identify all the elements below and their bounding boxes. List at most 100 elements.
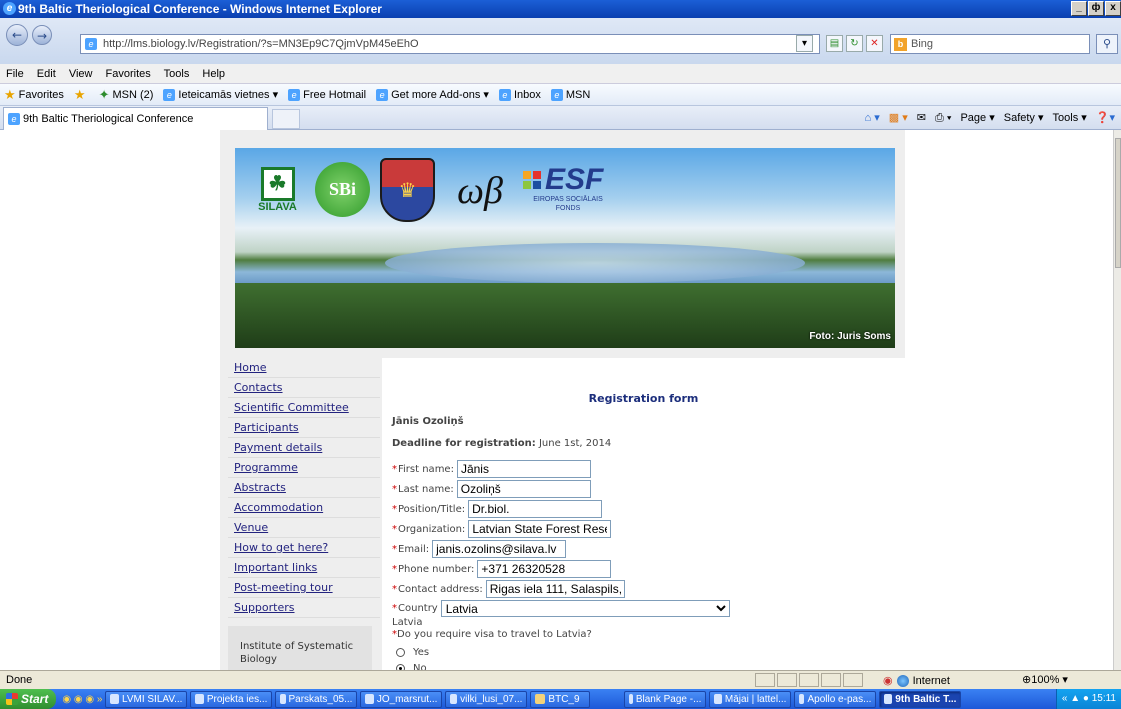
sidebar-item-accommodation[interactable]: Accommodation [228, 498, 380, 518]
tray-icons[interactable]: « ▲ ● [1062, 689, 1092, 709]
fav-item-hotmail[interactable]: e Free Hotmail [288, 84, 366, 106]
taskbar-item-label: Apollo e-pas... [807, 693, 872, 705]
sidebar-item-label: Scientific Committee [234, 401, 349, 414]
country-select[interactable]: Latvia [440, 600, 730, 617]
menu-edit[interactable]: Edit [37, 68, 56, 80]
sidebar-item-label: Abstracts [234, 481, 286, 494]
email-field[interactable] [432, 540, 567, 558]
bing-icon: b [894, 38, 907, 51]
sidebar-item-payment-details[interactable]: Payment details [228, 438, 380, 458]
favorites-button[interactable]: ★ Favorites [4, 84, 64, 106]
stop-icon[interactable]: ✕ [866, 35, 883, 52]
taskbar-item[interactable]: LVMI SILAV... [105, 690, 188, 708]
feeds-icon[interactable]: ▩ ▾ [889, 109, 908, 127]
email-row: * Email: [392, 540, 567, 558]
taskbar-item-active[interactable]: 9th Baltic T... [879, 690, 962, 708]
fav-item-ieteicamas[interactable]: e Ieteicamās vietnes ▾ [163, 84, 278, 106]
fav-label: MSN (2) [112, 88, 154, 101]
taskbar-item[interactable]: BTC_9 [530, 690, 591, 708]
organization-field[interactable] [468, 520, 612, 538]
sidebar-item-important-links[interactable]: Important links [228, 558, 380, 578]
esf-blocks-icon [523, 171, 541, 189]
search-input[interactable]: b Bing [890, 34, 1090, 54]
refresh-icon[interactable]: ↻ [846, 35, 863, 52]
sidebar-item-participants[interactable]: Participants [228, 418, 380, 438]
zoom-control[interactable]: ⊕100% ▾ [1022, 671, 1068, 689]
menu-file[interactable]: File [6, 68, 24, 80]
new-tab-button[interactable] [272, 109, 300, 129]
quick-launch-icons[interactable]: ◉ ◉ ◉ » [62, 694, 102, 705]
crest-icon: ♛ [398, 178, 417, 202]
scrollbar-thumb[interactable] [1115, 138, 1121, 268]
web-content: ☘ SILAVA SBi ♛ ωβ ESF EIROPAS SOCIĀLAIS … [0, 130, 1113, 686]
vertical-scrollbar[interactable] [1113, 130, 1121, 670]
back-button[interactable]: ← [6, 24, 28, 46]
sidebar-item-abstracts[interactable]: Abstracts [228, 478, 380, 498]
compatibility-view-icon[interactable]: ▤ [826, 35, 843, 52]
taskbar-item[interactable]: Blank Page -... [624, 690, 707, 708]
sidebar-nav: Home Contacts Scientific Committee Parti… [228, 358, 380, 686]
sidebar-item-post-meeting-tour[interactable]: Post-meeting tour [228, 578, 380, 598]
sidebar-item-supporters[interactable]: Supporters [228, 598, 380, 618]
sidebar-item-programme[interactable]: Programme [228, 458, 380, 478]
taskbar-item[interactable]: Projekta ies... [190, 690, 273, 708]
visa-question-text: Do you require visa to travel to Latvia? [397, 629, 592, 640]
esf-logo-text: ESF [545, 163, 604, 196]
sidebar-item-how-to-get-here[interactable]: How to get here? [228, 538, 380, 558]
help-icon[interactable]: ❓▾ [1096, 109, 1115, 127]
clock[interactable]: 15:11 [1092, 689, 1116, 709]
minimize-button[interactable]: _ [1071, 1, 1087, 16]
sidebar-item-scientific-committee[interactable]: Scientific Committee [228, 398, 380, 418]
taskbar-item[interactable]: Mājai | lattel... [709, 690, 792, 708]
tools-menu[interactable]: Tools ▾ [1053, 109, 1087, 127]
close-window-button[interactable]: x [1105, 1, 1121, 16]
fav-item-msn[interactable]: e MSN [550, 84, 590, 106]
taskbar-item[interactable]: vilki_lusi_07... [445, 690, 528, 708]
first-name-field[interactable] [456, 460, 591, 478]
taskbar-item[interactable]: JO_marsrut... [360, 690, 443, 708]
add-favorite-button[interactable]: ★ [74, 84, 89, 106]
address-toolbar: ← → e http://lms.biology.lv/Registration… [0, 18, 1121, 64]
fav-label: Ieteicamās vietnes ▾ [178, 88, 279, 101]
page-container: ☘ SILAVA SBi ♛ ωβ ESF EIROPAS SOCIĀLAIS … [220, 130, 905, 686]
start-button[interactable]: Start [0, 689, 57, 709]
print-icon[interactable]: ⎙ ▾ [935, 109, 951, 127]
visa-yes-radio[interactable]: Yes [396, 647, 429, 658]
last-name-field[interactable] [456, 480, 591, 498]
search-button[interactable]: ⚲ [1096, 34, 1118, 54]
mail-icon[interactable]: ✉ [917, 109, 926, 127]
fav-item-inbox[interactable]: e Inbox [498, 84, 541, 106]
address-dropdown-button[interactable]: ▾ [796, 35, 813, 52]
tab-conference[interactable]: e 9th Baltic Theriological Conference [3, 107, 268, 130]
visa-yes-label: Yes [413, 647, 430, 658]
sidebar-item-home[interactable]: Home [228, 358, 380, 378]
restore-button[interactable]: ф [1088, 1, 1104, 16]
banner-river [385, 243, 805, 283]
sidebar-item-contacts[interactable]: Contacts [228, 378, 380, 398]
fav-item-addons[interactable]: e Get more Add-ons ▾ [376, 84, 489, 106]
page-menu[interactable]: Page ▾ [960, 109, 994, 127]
phone-field[interactable] [477, 560, 612, 578]
address-input[interactable]: e http://lms.biology.lv/Registration/?s=… [80, 34, 820, 54]
menu-help[interactable]: Help [202, 68, 225, 80]
tree-icon: ☘ [260, 167, 295, 201]
safety-menu[interactable]: Safety ▾ [1004, 109, 1044, 127]
first-name-label: First name: [398, 463, 454, 475]
taskbar-item[interactable]: Apollo e-pas... [794, 690, 877, 708]
position-field[interactable] [468, 500, 603, 518]
menu-bar: File Edit View Favorites Tools Help [0, 64, 1121, 84]
last-name-label: Last name: [398, 483, 454, 495]
phone-label: Phone number: [398, 563, 475, 575]
menu-favorites[interactable]: Favorites [106, 68, 151, 80]
contact-address-field[interactable] [485, 580, 625, 598]
security-zone[interactable]: ◉ Internet [883, 672, 950, 690]
menu-tools[interactable]: Tools [164, 68, 190, 80]
fav-item-msn-feed[interactable]: ✦ MSN (2) [99, 84, 154, 106]
taskbar-item[interactable]: Parskats_05... [275, 690, 358, 708]
zone-label: Internet [912, 675, 950, 687]
home-icon[interactable]: ⌂ ▾ [865, 109, 880, 127]
sidebar-item-venue[interactable]: Venue [228, 518, 380, 538]
registration-panel: Registration form Jānis Ozoliņš Deadline… [382, 358, 905, 674]
menu-view[interactable]: View [69, 68, 93, 80]
forward-button[interactable]: → [32, 25, 52, 45]
